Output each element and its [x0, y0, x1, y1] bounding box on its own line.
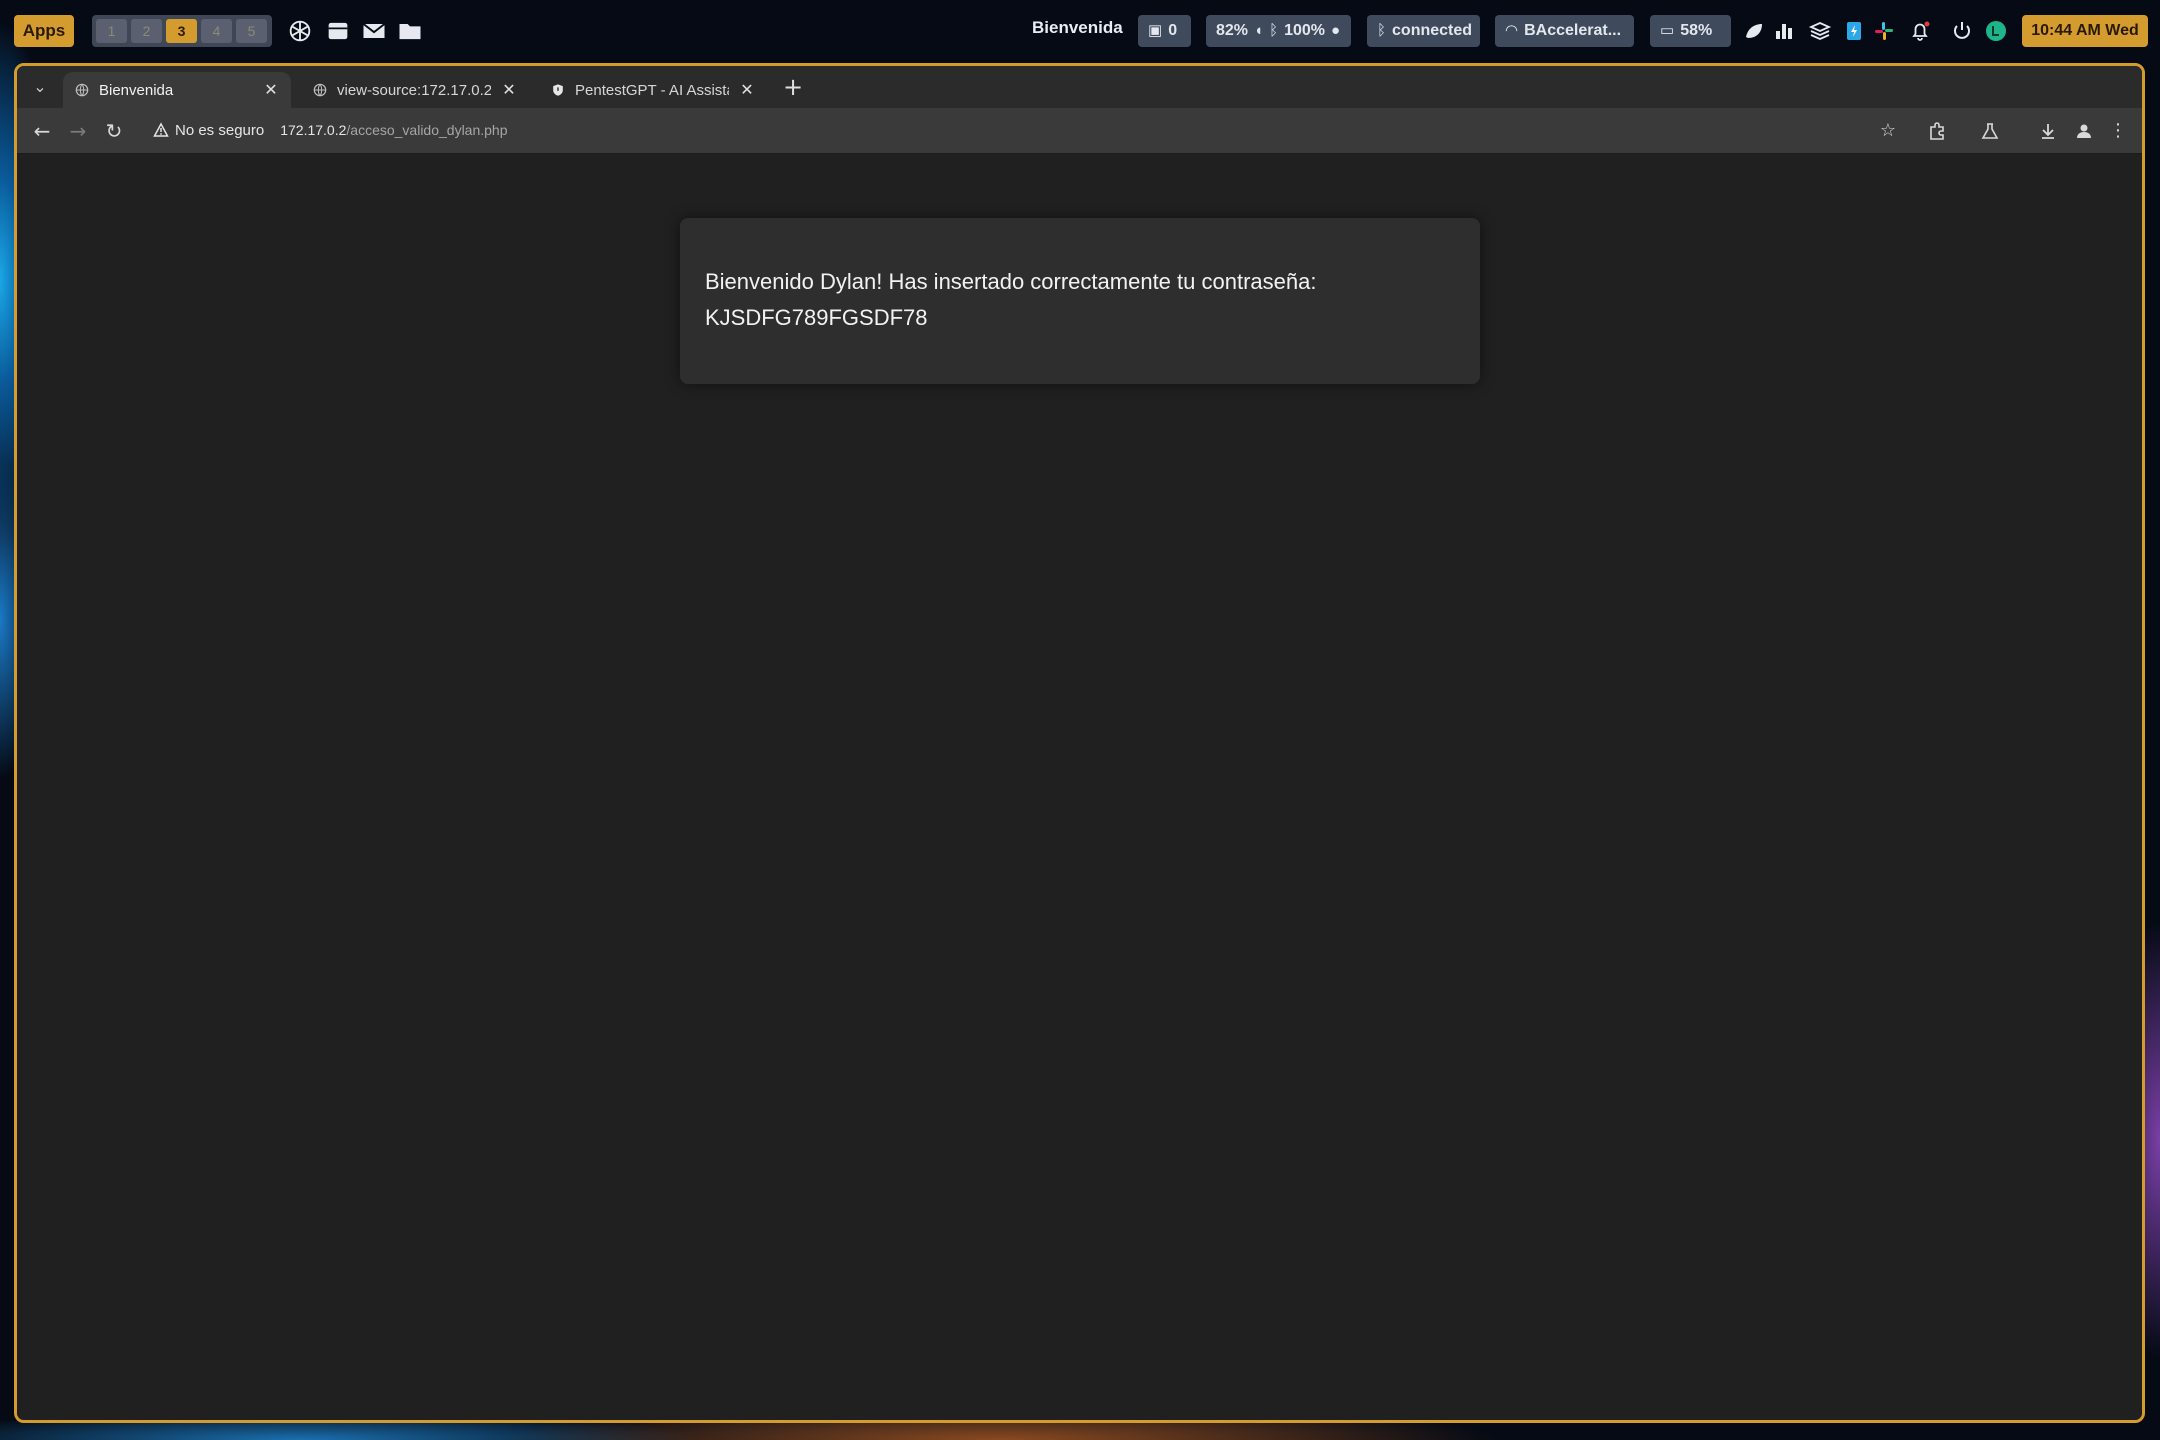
workspace-4[interactable]: 4 [201, 19, 232, 43]
forward-arrow-icon[interactable]: → [65, 118, 91, 144]
globe-icon [75, 83, 89, 97]
clock[interactable]: 10:44 AM Wed [2022, 15, 2148, 47]
address-bar[interactable]: No es seguro 172.17.0.2/acceso_valido_dy… [143, 113, 1923, 147]
package-icon: ▣ [1148, 22, 1163, 39]
tab-title: PentestGPT - AI Assistant [575, 81, 729, 99]
wifi-icon: ◠ [1505, 22, 1519, 39]
globe-icon [313, 83, 327, 97]
tab-view-source[interactable]: view-source:172.17.0.2/in ✕ [301, 72, 529, 108]
security-indicator[interactable]: No es seguro [153, 122, 264, 139]
workspace-1[interactable]: 1 [96, 19, 127, 43]
tab-title: Bienvenida [99, 81, 174, 99]
menu-kebab-icon[interactable]: ⋮ [2105, 118, 2131, 144]
url-text[interactable]: 172.17.0.2/acceso_valido_dylan.php [280, 122, 507, 138]
bookmark-star-icon[interactable]: ☆ [1875, 118, 1901, 144]
system-top-bar: Apps 1 2 3 4 5 Bienvenida ▣ 0 82% ◖ ᛒ 10… [0, 0, 2160, 62]
url-path: /acceso_valido_dylan.php [346, 122, 508, 138]
audio-indicator[interactable]: 82% ◖ ᛒ 100% ● [1206, 15, 1351, 47]
updates-indicator[interactable]: ▣ 0 [1138, 15, 1191, 47]
bluetooth-status: connected [1392, 22, 1473, 39]
close-tab-icon[interactable]: ✕ [263, 80, 279, 100]
folder-icon[interactable] [396, 17, 424, 45]
welcome-message: Bienvenido Dylan! Has insertado correcta… [705, 269, 1317, 294]
active-window-title: Bienvenida [1032, 18, 1123, 37]
tab-strip: ⌄ Bienvenida ✕ view-source:172.17.0.2/in… [17, 66, 2142, 108]
workspace-switcher: 1 2 3 4 5 [92, 15, 272, 47]
microphone-icon: ● [1331, 22, 1341, 39]
url-host: 172.17.0.2 [280, 122, 347, 138]
security-label: No es seguro [175, 121, 265, 139]
updates-count: 0 [1168, 22, 1178, 39]
battery-icon: ▭ [1660, 22, 1675, 39]
tab-bienvenida[interactable]: Bienvenida ✕ [63, 72, 291, 108]
battery-level: 58% [1680, 22, 1713, 39]
leaf-icon[interactable] [1742, 19, 1766, 43]
bluetooth-icon: ᛒ [1377, 22, 1387, 39]
reload-icon[interactable]: ↻ [101, 118, 127, 144]
shield-icon [553, 84, 563, 96]
welcome-card: Bienvenido Dylan! Has insertado correcta… [680, 218, 1480, 384]
power-icon[interactable] [1950, 19, 1974, 43]
download-icon[interactable] [2035, 118, 2061, 144]
mic-level: 100% [1284, 22, 1326, 39]
labs-flask-icon[interactable] [1977, 118, 2003, 144]
app-tray-icon[interactable] [1842, 19, 1866, 43]
workspace-5[interactable]: 5 [236, 19, 267, 43]
close-tab-icon[interactable]: ✕ [501, 80, 517, 100]
workspace-3[interactable]: 3 [166, 19, 197, 43]
apps-button[interactable]: Apps [14, 15, 74, 47]
warning-triangle-icon [153, 122, 169, 137]
mail-icon[interactable] [360, 17, 388, 45]
profile-icon[interactable] [2071, 118, 2097, 144]
headphones-icon: ◖ [1254, 22, 1264, 39]
back-arrow-icon[interactable]: ← [29, 118, 55, 144]
extensions-puzzle-icon[interactable] [1924, 118, 1950, 144]
browser-toolbar: ← → ↻ No es seguro 172.17.0.2/acceso_val… [17, 108, 2142, 154]
battery-indicator[interactable]: ▭ 58% [1650, 15, 1731, 47]
wifi-indicator[interactable]: ◠ BAccelerat... [1495, 15, 1634, 47]
new-tab-plus-icon[interactable]: + [780, 74, 806, 100]
tab-title: view-source:172.17.0.2/in [337, 81, 491, 99]
page-content: Bienvenido Dylan! Has insertado correcta… [17, 154, 2142, 1420]
tab-search-chevron-icon[interactable]: ⌄ [27, 74, 53, 100]
browser-window: ⌄ Bienvenida ✕ view-source:172.17.0.2/in… [14, 63, 2145, 1423]
wifi-name: BAccelerat... [1524, 22, 1622, 39]
user-avatar-icon[interactable] [1984, 19, 2008, 43]
workspace-2[interactable]: 2 [131, 19, 162, 43]
notifications-bell-icon[interactable] [1908, 19, 1932, 43]
bar-chart-icon[interactable] [1772, 19, 1796, 43]
volume-level: 82% [1216, 22, 1249, 39]
calculator-icon[interactable] [324, 17, 352, 45]
bluetooth-small-icon: ᛒ [1269, 22, 1279, 39]
slack-icon[interactable] [1872, 19, 1896, 43]
password-text: KJSDFG789FGSDF78 [705, 305, 928, 330]
tab-pentestgpt[interactable]: PentestGPT - AI Assistant ✕ [539, 72, 767, 108]
close-tab-icon[interactable]: ✕ [739, 80, 755, 100]
chatgpt-icon[interactable] [286, 17, 314, 45]
layers-icon[interactable] [1808, 19, 1832, 43]
bluetooth-indicator[interactable]: ᛒ connected [1367, 15, 1480, 47]
